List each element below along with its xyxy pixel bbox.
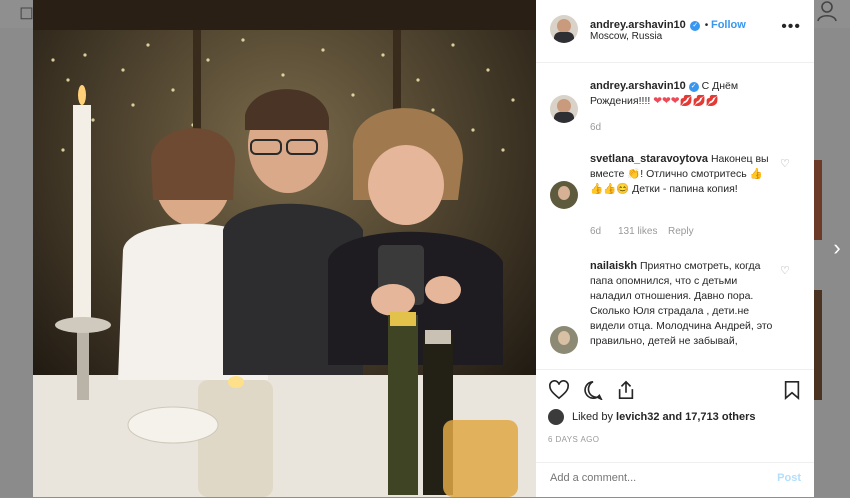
liker-avatar[interactable] <box>548 409 564 425</box>
more-icon[interactable]: ••• <box>781 18 801 36</box>
post-details-panel: andrey.arshavin10 ✓ • Follow Moscow, Rus… <box>536 0 814 497</box>
comment-text-block: nailaiskh Приятно смотреть, когда папа о… <box>590 259 776 349</box>
comment-heart-icon[interactable]: ♡ <box>780 157 790 170</box>
comment-icon[interactable] <box>582 380 604 406</box>
post-header: andrey.arshavin10 ✓ • Follow Moscow, Rus… <box>536 0 814 63</box>
post-button[interactable]: Post <box>777 472 801 484</box>
post-date[interactable]: 6 DAYS AGO <box>548 435 599 444</box>
comment-avatar[interactable] <box>550 326 578 354</box>
next-arrow-icon[interactable]: › <box>826 233 848 263</box>
next-post-preview-2 <box>814 290 822 400</box>
likes-others[interactable]: and 17,713 others <box>663 411 756 423</box>
verified-badge-icon: ✓ <box>688 82 699 92</box>
post-photo[interactable] <box>33 0 536 497</box>
bookmark-icon[interactable] <box>783 380 801 406</box>
comment-username[interactable]: nailaiskh <box>590 260 637 272</box>
liker-username[interactable]: levich32 <box>616 411 659 423</box>
profile-icon[interactable] <box>816 0 838 27</box>
share-icon[interactable] <box>615 380 637 406</box>
next-post-preview <box>814 160 822 240</box>
post-location[interactable]: Moscow, Russia <box>590 31 662 42</box>
comment-username[interactable]: svetlana_staravoytova <box>590 153 708 165</box>
author-avatar[interactable] <box>550 15 578 43</box>
comment-heart-icon[interactable]: ♡ <box>780 264 790 277</box>
author-username[interactable]: andrey.arshavin10 <box>590 19 686 31</box>
caption-text-block: andrey.arshavin10 ✓ С Днём Рождения!!!! … <box>590 79 790 109</box>
verified-badge-icon: ✓ <box>690 21 701 31</box>
add-comment-bar: Post <box>536 462 814 498</box>
comment-likes[interactable]: 131 likes <box>618 226 657 237</box>
comments-list[interactable]: andrey.arshavin10 ✓ С Днём Рождения!!!! … <box>536 63 814 368</box>
comment-avatar[interactable] <box>550 181 578 209</box>
likes-prefix: Liked by <box>572 411 613 423</box>
follow-button[interactable]: Follow <box>711 19 746 31</box>
likes-line: Liked by levich32 and 17,713 others <box>572 411 755 423</box>
reply-button[interactable]: Reply <box>668 226 694 237</box>
background-logo-icon: ◻ <box>19 2 34 22</box>
caption-avatar[interactable] <box>550 95 578 123</box>
heart-icon[interactable] <box>548 380 570 406</box>
post-actions: Liked by levich32 and 17,713 others 6 DA… <box>536 369 814 463</box>
comment-text-block: svetlana_staravoytova Наконец вы вместе … <box>590 152 770 197</box>
comment-input[interactable] <box>548 471 762 485</box>
comment-time[interactable]: 6d <box>590 226 601 237</box>
caption-username[interactable]: andrey.arshavin10 <box>590 80 686 92</box>
comment-text: Приятно смотреть, когда папа опомнился, … <box>590 260 773 347</box>
caption-emojis: ❤❤❤💋💋💋 <box>653 95 719 107</box>
caption-time[interactable]: 6d <box>590 122 601 133</box>
